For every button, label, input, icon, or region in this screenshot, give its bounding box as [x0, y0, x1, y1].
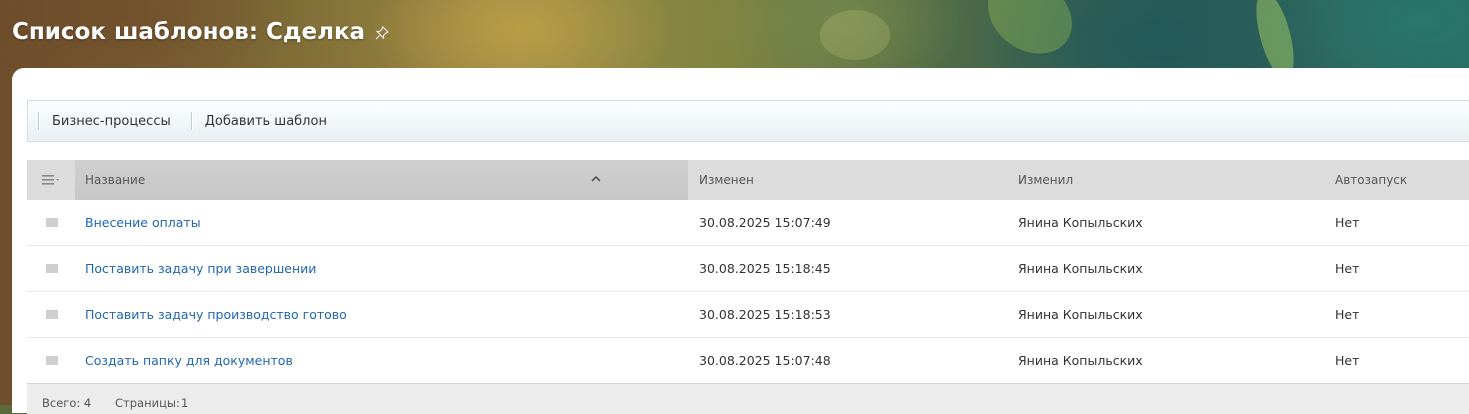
changed-by: Янина Копыльских — [1018, 353, 1143, 368]
template-name-link[interactable]: Поставить задачу производство готово — [85, 307, 347, 322]
column-header-changed[interactable]: Изменен — [699, 160, 754, 200]
changed-date: 30.08.2025 15:18:53 — [699, 307, 831, 322]
background-decoration — [820, 10, 890, 60]
template-name-link[interactable]: Внесение оплаты — [85, 215, 201, 230]
table-row[interactable]: Поставить задачу при завершении 30.08.20… — [27, 246, 1469, 292]
page-title: Список шаблонов: Сделка — [12, 19, 366, 45]
add-template-button[interactable]: Добавить шаблон — [205, 114, 327, 129]
column-menu-button[interactable] — [27, 160, 75, 200]
changed-by: Янина Копыльских — [1018, 307, 1143, 322]
autostart-value: Нет — [1335, 353, 1360, 368]
business-processes-button[interactable]: Бизнес-процессы — [52, 114, 171, 129]
toolbar-separator — [38, 112, 39, 130]
row-menu-icon[interactable] — [46, 218, 58, 227]
page-number[interactable]: 1 — [181, 396, 188, 410]
grid-footer: Всего: 4 Страницы: 1 — [27, 383, 1469, 414]
column-header-autostart[interactable]: Автозапуск — [1335, 160, 1407, 200]
pages-label: Страницы: — [115, 396, 180, 410]
grid-header: Название Изменен Изменил Автозапуск — [27, 160, 1469, 200]
column-header-name-label: Название — [85, 173, 146, 187]
templates-grid: Название Изменен Изменил Автозапуск Внес… — [27, 160, 1469, 414]
total-count: Всего: 4 — [42, 396, 92, 410]
autostart-value: Нет — [1335, 307, 1360, 322]
autostart-value: Нет — [1335, 215, 1360, 230]
template-name-link[interactable]: Поставить задачу при завершении — [85, 261, 316, 276]
changed-date: 30.08.2025 15:18:45 — [699, 261, 831, 276]
toolbar: Бизнес-процессы Добавить шаблон — [27, 100, 1469, 142]
table-row[interactable]: Внесение оплаты 30.08.2025 15:07:49 Янин… — [27, 200, 1469, 246]
row-menu-icon[interactable] — [46, 356, 58, 365]
page-header: Список шаблонов: Сделка — [12, 14, 390, 50]
content-panel: Бизнес-процессы Добавить шаблон Название… — [12, 68, 1469, 414]
column-menu-icon — [42, 175, 59, 185]
changed-date: 30.08.2025 15:07:48 — [699, 353, 831, 368]
table-row[interactable]: Поставить задачу производство готово 30.… — [27, 292, 1469, 338]
changed-by: Янина Копыльских — [1018, 261, 1143, 276]
row-menu-icon[interactable] — [46, 310, 58, 319]
background-decoration — [973, 0, 1087, 70]
pin-icon[interactable] — [375, 25, 390, 40]
column-header-changed-by[interactable]: Изменил — [1018, 160, 1073, 200]
sort-ascending-icon — [591, 175, 601, 182]
changed-by: Янина Копыльских — [1018, 215, 1143, 230]
table-row[interactable]: Создать папку для документов 30.08.2025 … — [27, 338, 1469, 383]
toolbar-separator — [190, 112, 192, 130]
row-menu-icon[interactable] — [46, 264, 58, 273]
changed-date: 30.08.2025 15:07:49 — [699, 215, 831, 230]
template-name-link[interactable]: Создать папку для документов — [85, 353, 293, 368]
column-header-name[interactable]: Название — [75, 160, 688, 200]
autostart-value: Нет — [1335, 261, 1360, 276]
